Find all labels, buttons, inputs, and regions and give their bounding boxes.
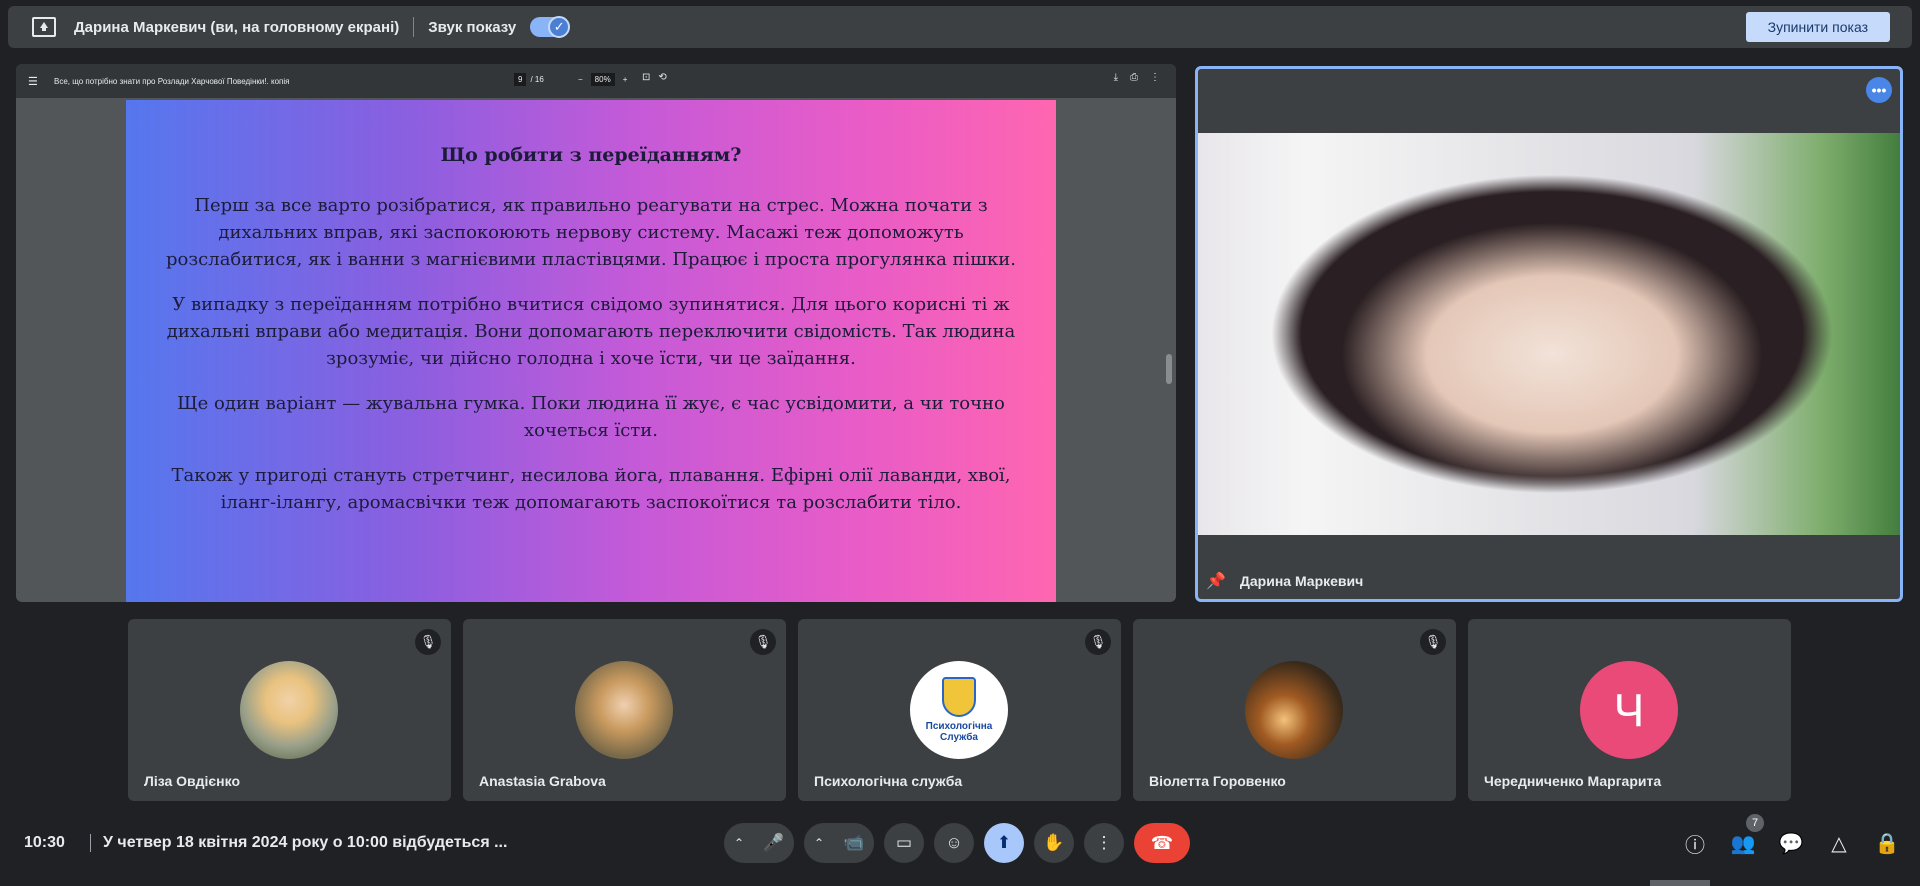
raise-hand-icon[interactable]: ✋ <box>1034 823 1074 863</box>
slide-paragraph: Також у пригоді стануть стретчинг, несил… <box>171 465 1011 513</box>
fit-page-icon[interactable]: ⊡ <box>642 72 650 83</box>
mic-off-icon: 🎙 <box>1420 629 1446 655</box>
control-bar: 10:30 У четвер 18 квітня 2024 року о 10:… <box>0 814 1920 866</box>
videocam-icon[interactable]: 📹 <box>834 823 874 863</box>
people-icon[interactable]: 👥 7 <box>1730 814 1764 856</box>
avatar <box>575 661 673 759</box>
share-sound-label: Звук показу <box>428 18 517 36</box>
shared-screen: ☰ Все, що потрібно знати про Розлади Хар… <box>16 64 1176 602</box>
more-options-icon[interactable]: ••• <box>1866 77 1892 103</box>
avatar-initial: Ч <box>1580 661 1678 759</box>
chevron-up-icon[interactable]: ⌃ <box>804 836 834 850</box>
info-icon[interactable]: ⓘ <box>1682 830 1708 857</box>
fit-tools: ⊡ ⟲ <box>642 72 667 83</box>
divider <box>413 17 415 37</box>
chevron-up-icon[interactable]: ⌃ <box>724 836 754 850</box>
participant-name: Anastasia Grabova <box>479 773 606 789</box>
call-end-icon[interactable]: ☎ <box>1134 823 1190 863</box>
participant-name: Психологічна служба <box>814 773 963 789</box>
call-controls: ⌃ 🎤 ⌃ 📹 ▭ ☺ ⬆ ✋ ⋮ ☎ <box>724 823 1190 863</box>
emoji-icon[interactable]: ☺ <box>934 823 974 863</box>
presenting-bar: Дарина Маркевич (ви, на головному екрані… <box>8 6 1912 48</box>
check-icon: ✓ <box>548 16 571 38</box>
page-total: / 16 <box>530 75 544 84</box>
more-vert-icon[interactable]: ⋮ <box>1084 823 1124 863</box>
print-icon[interactable]: ⎙ <box>1130 72 1138 83</box>
download-icon[interactable]: ⤓ <box>1114 72 1118 83</box>
scroll-indicator <box>1650 880 1710 886</box>
rotate-icon[interactable]: ⟲ <box>658 72 666 83</box>
zoom-level[interactable]: 80% <box>590 73 615 86</box>
avatar <box>1245 661 1343 759</box>
host-controls-icon[interactable]: 🔒 <box>1874 830 1900 856</box>
participant-tile[interactable]: 🎙 Віолетта Горовенко <box>1133 619 1456 801</box>
slide-paragraph: У випадку з переїданням потрібно вчитися… <box>166 294 1016 369</box>
participant-name: Віолетта Горовенко <box>1149 773 1286 789</box>
pdf-scrollbar[interactable] <box>1166 354 1172 384</box>
share-sound-toggle[interactable]: ✓ <box>530 16 571 38</box>
mic-icon[interactable]: 🎤 <box>754 823 794 863</box>
slide-paragraph: Ще один варіант — жувальна гумка. Поки л… <box>177 393 1005 441</box>
avatar <box>240 661 338 759</box>
present-screen-icon[interactable]: ⬆ <box>984 823 1024 863</box>
participant-tile[interactable]: Ч Чередниченко Маргарита <box>1468 619 1791 801</box>
pdf-page: Що робити з переїданням? Перш за все вар… <box>126 100 1056 602</box>
more-vert-icon[interactable]: ⋮ <box>1150 72 1160 83</box>
speaker-name-row: 📌 Дарина Маркевич <box>1206 571 1363 591</box>
mic-off-icon: 🎙 <box>1085 629 1111 655</box>
participant-name: Ліза Овдієнко <box>144 773 240 789</box>
pin-icon[interactable]: 📌 <box>1206 571 1226 591</box>
side-panel-icons: ⓘ 👥 7 💬 △ 🔒 <box>1682 814 1900 857</box>
camera-control: ⌃ 📹 <box>804 823 874 863</box>
clock: 10:30 <box>24 834 65 851</box>
speaker-video <box>1198 133 1900 535</box>
slide-title: Що робити з переїданням? <box>440 144 742 166</box>
participants-count-badge: 7 <box>1746 814 1764 832</box>
speaker-tile[interactable]: ••• 📌 Дарина Маркевич <box>1195 66 1903 602</box>
participant-tiles: 🎙 Ліза Овдієнко 🎙 Anastasia Grabova 🎙 Пс… <box>128 619 1791 801</box>
mic-off-icon: 🎙 <box>415 629 441 655</box>
stop-presenting-button[interactable]: Зупинити показ <box>1745 12 1890 42</box>
page-number-input[interactable]: 9 <box>514 73 527 86</box>
closed-caption-icon[interactable]: ▭ <box>884 823 924 863</box>
participant-tile[interactable]: 🎙 Ліза Овдієнко <box>128 619 451 801</box>
participant-tile[interactable]: 🎙 Anastasia Grabova <box>463 619 786 801</box>
mic-control: ⌃ 🎤 <box>724 823 794 863</box>
zoom-in-icon[interactable]: + <box>623 75 628 84</box>
chat-icon[interactable]: 💬 <box>1778 830 1804 856</box>
mic-off-icon: 🎙 <box>750 629 776 655</box>
slide-paragraph: Перш за все варто розібратися, як правил… <box>166 195 1016 270</box>
speaker-name: Дарина Маркевич <box>1239 573 1364 589</box>
zoom-controls: − 80% + <box>578 73 627 86</box>
activities-icon[interactable]: △ <box>1826 830 1852 856</box>
avatar-logo: Психологічна Служба <box>910 661 1008 759</box>
present-to-all-icon <box>32 17 56 37</box>
page-indicator: 9 / 16 <box>514 73 544 86</box>
participant-tile[interactable]: 🎙 Психологічна Служба Психологічна служб… <box>798 619 1121 801</box>
logo-text: Психологічна Служба <box>925 721 993 743</box>
zoom-out-icon[interactable]: − <box>578 75 583 84</box>
pdf-toolbar: ☰ Все, що потрібно знати про Розлади Хар… <box>16 64 1176 98</box>
meeting-title[interactable]: У четвер 18 квітня 2024 року о 10:00 від… <box>90 834 507 852</box>
menu-icon[interactable]: ☰ <box>28 75 40 88</box>
pdf-tools-right: ⤓ ⎙ ⋮ <box>1114 72 1160 83</box>
participant-name: Чередниченко Маргарита <box>1484 773 1662 789</box>
pdf-document-title: Все, що потрібно знати про Розлади Харчо… <box>54 76 290 86</box>
presenter-status-text: Дарина Маркевич (ви, на головному екрані… <box>74 18 400 36</box>
crest-icon <box>942 677 976 717</box>
